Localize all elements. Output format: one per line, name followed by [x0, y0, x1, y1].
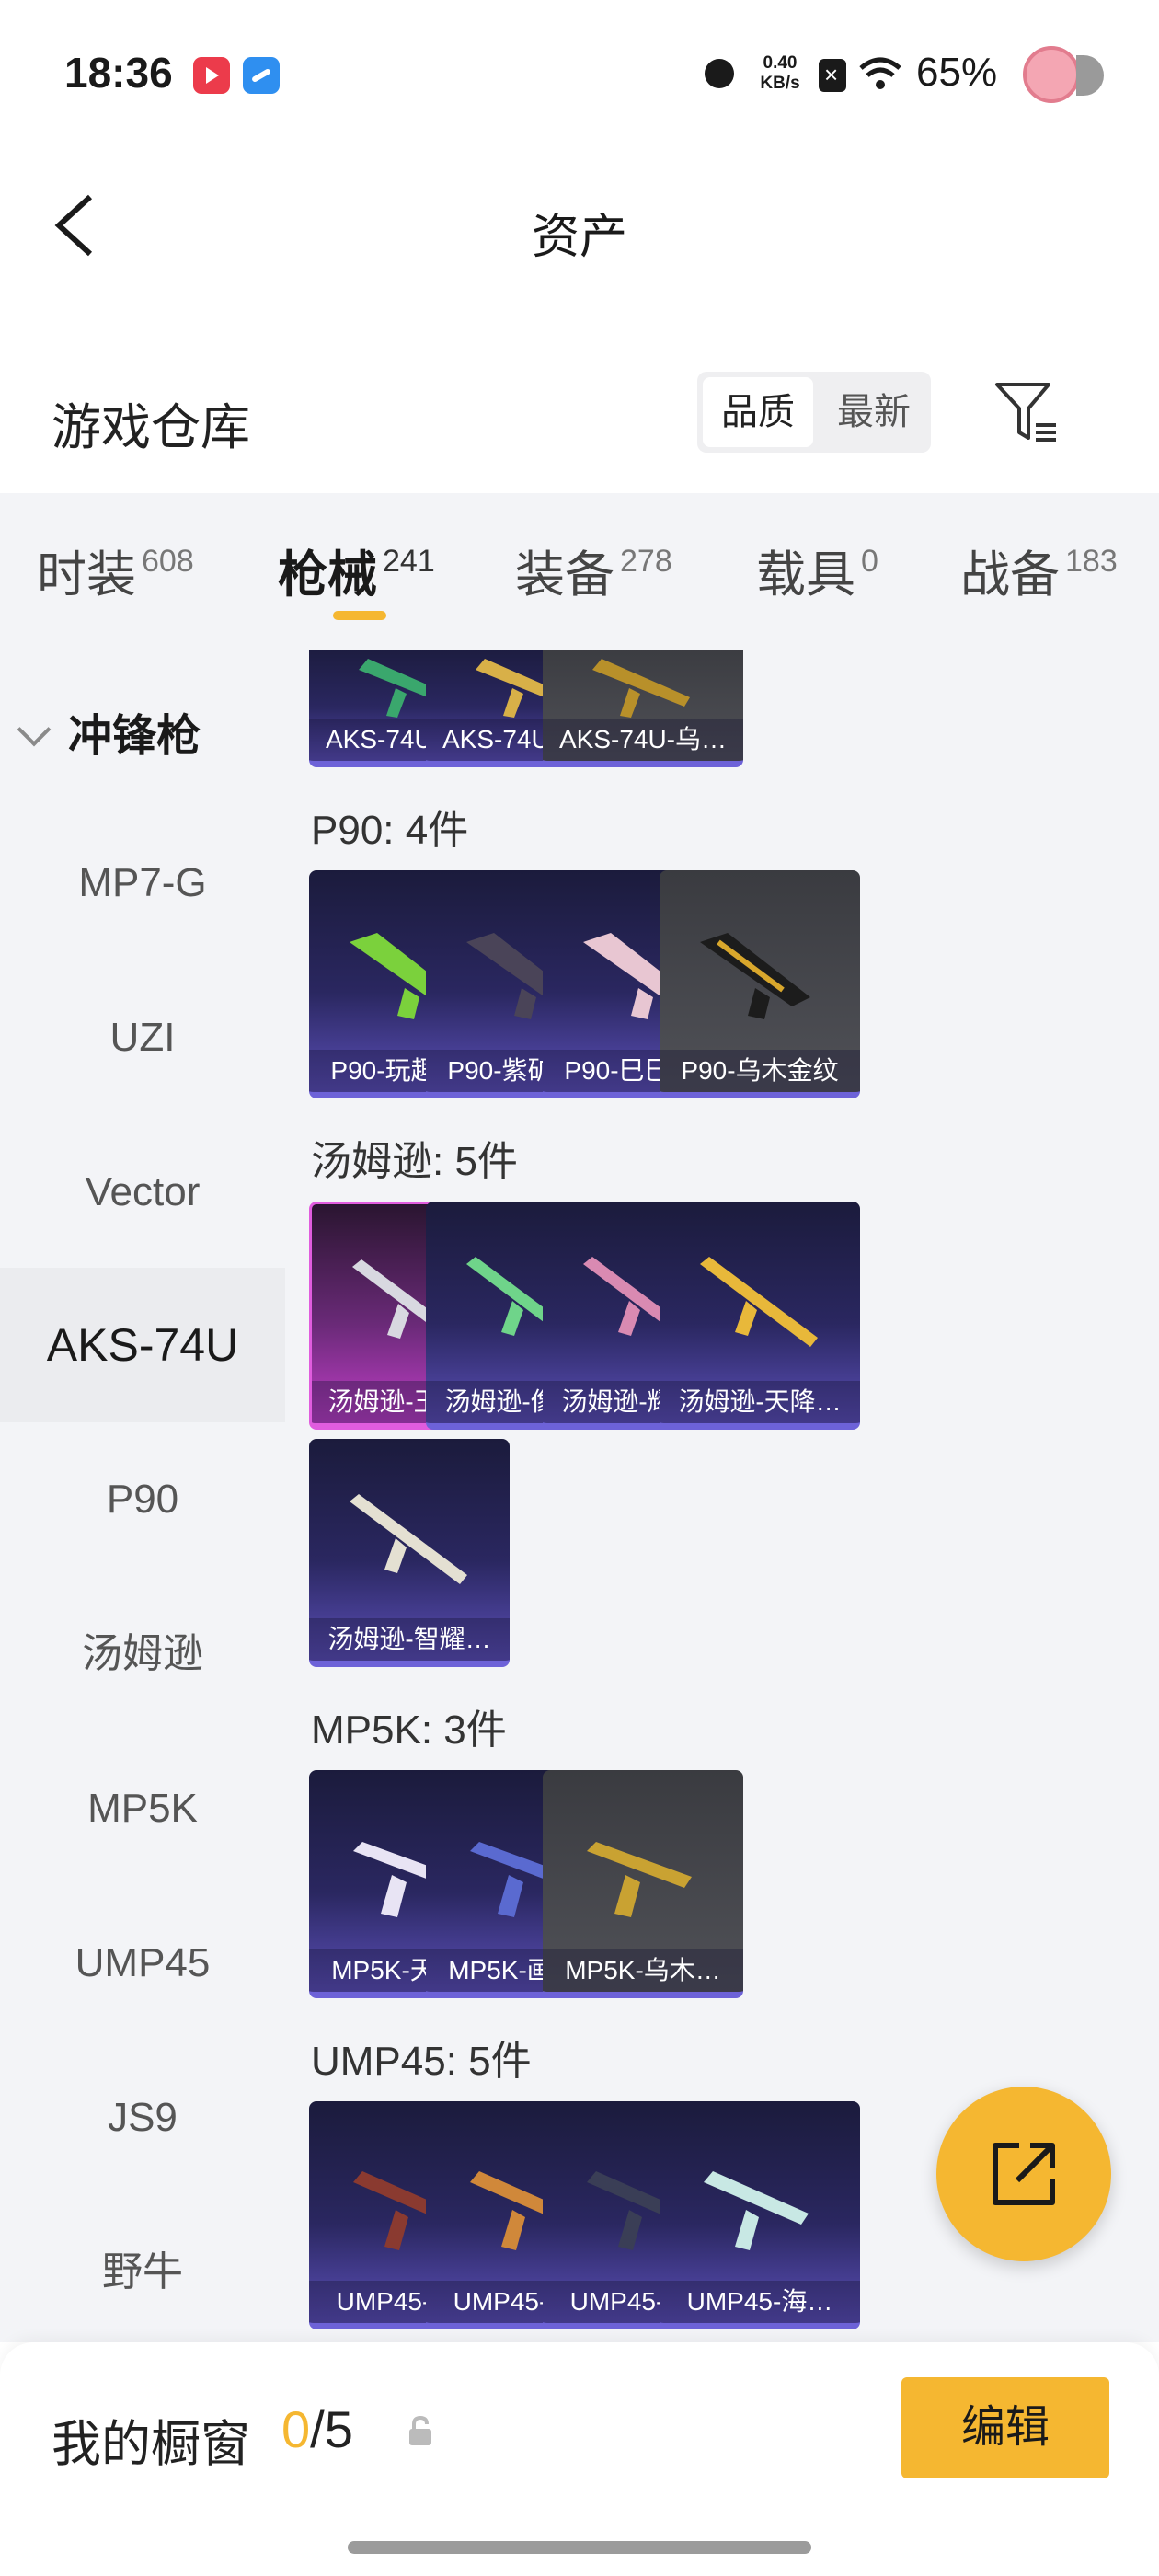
- share-button[interactable]: [936, 2087, 1111, 2261]
- tab-label: 枪械: [278, 547, 377, 603]
- tab-firearms[interactable]: 枪械 241: [278, 534, 435, 606]
- tab-count: 183: [1065, 544, 1118, 579]
- gun-icon: [700, 1257, 818, 1347]
- pig-avatar-icon[interactable]: [1023, 46, 1104, 103]
- group-title-ump45: UMP45: 5件: [311, 2039, 532, 2084]
- weapon-card[interactable]: UMP45-海…: [660, 2101, 860, 2329]
- weapon-card-label: P90-乌木金纹: [660, 1050, 860, 1092]
- tab-label: 时装: [37, 547, 136, 603]
- showcase-label: 我的橱窗: [52, 2417, 250, 2472]
- tab-battle-gear[interactable]: 战备 183: [960, 534, 1118, 606]
- tab-label: 装备: [515, 547, 614, 603]
- weapon-card[interactable]: MP5K-乌木…: [543, 1770, 743, 1998]
- tab-vehicles[interactable]: 载具 0: [756, 534, 878, 606]
- wifi-icon: [859, 57, 901, 89]
- page-title: 资产: [531, 211, 627, 264]
- side-item-mp7g[interactable]: MP7-G: [0, 806, 285, 960]
- tab-count: 241: [383, 544, 435, 579]
- side-nav-header[interactable]: 冲锋枪: [17, 699, 201, 764]
- showcase-count: 0/5: [281, 2399, 353, 2459]
- weapon-card[interactable]: P90-乌木金纹: [660, 870, 860, 1098]
- net-speed-value: 0.40: [763, 53, 798, 73]
- side-item-mp5k[interactable]: MP5K: [0, 1731, 285, 1886]
- weapon-card-label: 汤姆逊-智耀…: [309, 1618, 510, 1661]
- weapon-card-label: 汤姆逊-天降…: [660, 1381, 860, 1423]
- group-title-mp5k: MP5K: 3件: [311, 1708, 507, 1753]
- showcase-max: /5: [310, 2400, 353, 2458]
- flower-icon: [705, 59, 734, 88]
- weapon-card-label: AKS-74U-乌…: [543, 719, 743, 761]
- weapon-card[interactable]: 汤姆逊-智耀…: [309, 1439, 510, 1667]
- browser-app-icon: [243, 57, 280, 94]
- gun-icon: [350, 1494, 467, 1584]
- active-tab-underline: [333, 611, 386, 620]
- chevron-down-icon: [17, 712, 52, 747]
- warehouse-title: 游戏仓库: [52, 400, 250, 455]
- sim-disabled-icon: [819, 59, 846, 92]
- home-indicator[interactable]: [348, 2541, 811, 2554]
- side-item-ump45[interactable]: UMP45: [0, 1886, 285, 2041]
- weapon-card[interactable]: AKS-74U-乌…: [543, 650, 743, 767]
- group-title-thompson: 汤姆逊: 5件: [311, 1139, 518, 1184]
- weapon-card-label: MP5K-乌木…: [543, 1949, 743, 1992]
- side-nav-header-label: 冲锋枪: [68, 712, 201, 761]
- battery-level: 65%: [916, 50, 998, 95]
- sort-toggle: 品质 最新: [697, 372, 931, 453]
- weapon-card[interactable]: 汤姆逊-天降…: [660, 1202, 860, 1430]
- filter-icon[interactable]: [993, 381, 1060, 443]
- tab-count: 278: [620, 544, 672, 579]
- tab-equipment[interactable]: 装备 278: [515, 534, 672, 606]
- group-title-p90: P90: 4件: [311, 808, 469, 853]
- side-item-js9[interactable]: JS9: [0, 2041, 285, 2195]
- gun-icon: [700, 933, 810, 1019]
- side-item-thompson[interactable]: 汤姆逊: [0, 1577, 285, 1731]
- tab-costume[interactable]: 时装 608: [37, 534, 194, 606]
- edit-button[interactable]: 编辑: [901, 2377, 1109, 2478]
- tab-label: 战备: [960, 547, 1060, 603]
- showcase-current: 0: [281, 2400, 311, 2458]
- status-time: 18:36: [64, 49, 173, 97]
- gun-icon: [587, 1842, 692, 1917]
- side-item-bison[interactable]: 野牛: [0, 2195, 285, 2350]
- tab-count: 608: [142, 544, 194, 579]
- tab-label: 载具: [756, 547, 855, 603]
- weapon-card-label: UMP45-海…: [660, 2281, 860, 2323]
- net-speed: 0.40 KB/s: [752, 53, 808, 94]
- share-icon: [993, 2143, 1055, 2205]
- net-speed-unit: KB/s: [760, 74, 800, 93]
- tab-count: 0: [861, 544, 878, 579]
- video-app-icon: [193, 57, 230, 94]
- side-item-aks74u[interactable]: AKS-74U: [0, 1268, 285, 1422]
- lock-icon: [409, 2416, 431, 2445]
- status-bar: 18:36 0.40 KB/s 65%: [0, 0, 1159, 147]
- side-item-uzi[interactable]: UZI: [0, 960, 285, 1115]
- side-item-p90[interactable]: P90: [0, 1422, 285, 1577]
- sort-quality-button[interactable]: 品质: [703, 377, 813, 447]
- gun-icon: [704, 2171, 809, 2250]
- side-item-vector[interactable]: Vector: [0, 1115, 285, 1270]
- sort-newest-button[interactable]: 最新: [822, 377, 925, 447]
